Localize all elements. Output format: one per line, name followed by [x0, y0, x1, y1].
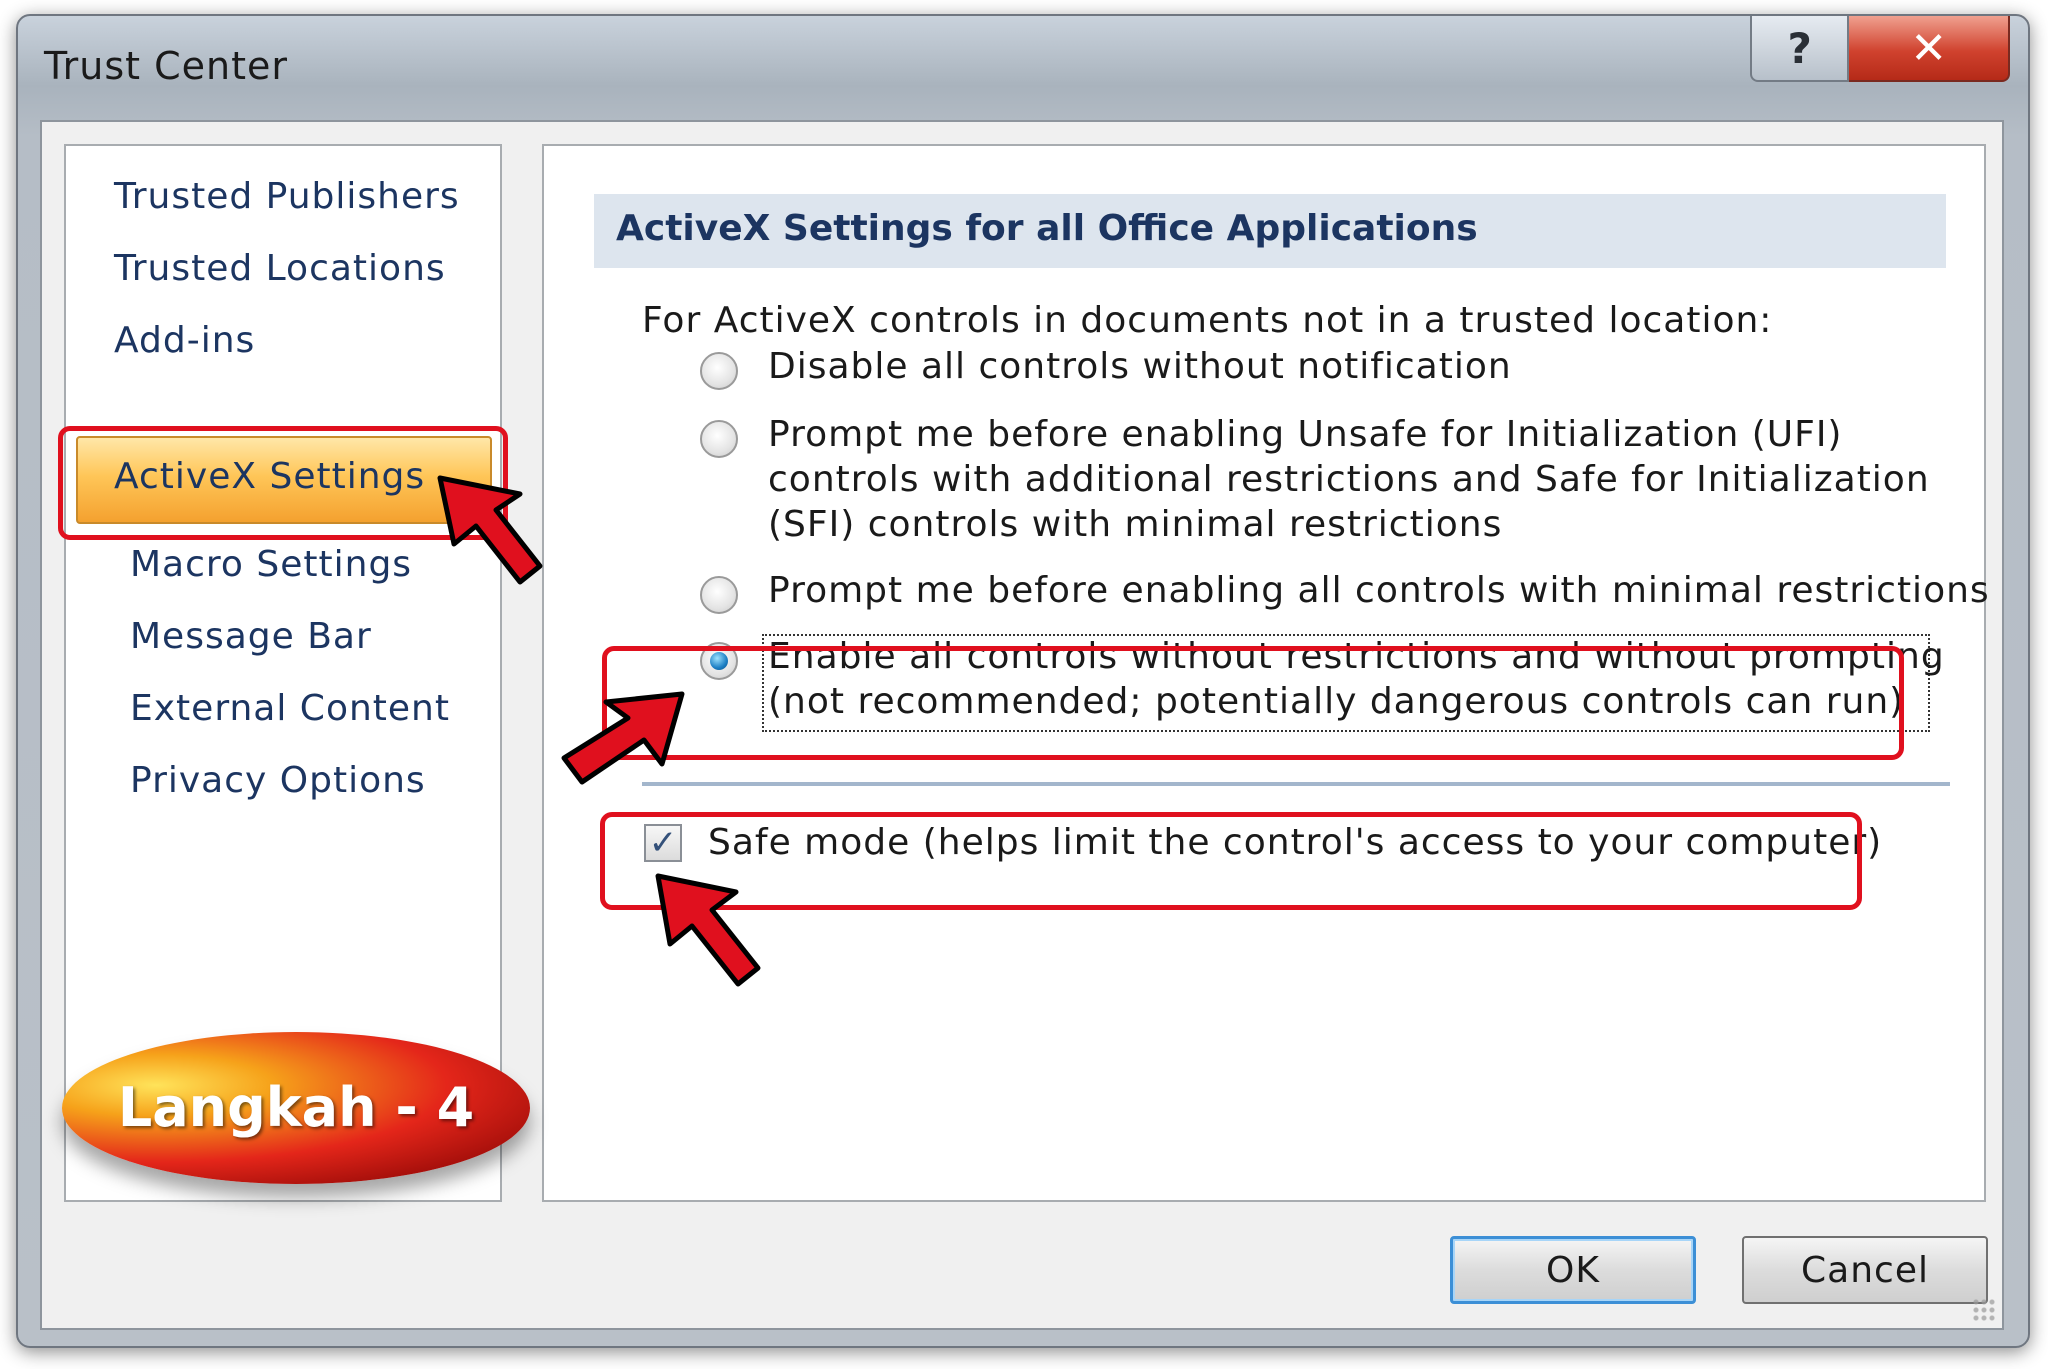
arrow-icon-radio — [561, 691, 685, 785]
step-badge: Langkah - 4 — [62, 1032, 530, 1184]
arrow-icon-sidebar — [437, 475, 543, 585]
step-badge-label: Langkah - 4 — [117, 1076, 475, 1139]
arrow-icon-checkbox — [655, 873, 761, 987]
